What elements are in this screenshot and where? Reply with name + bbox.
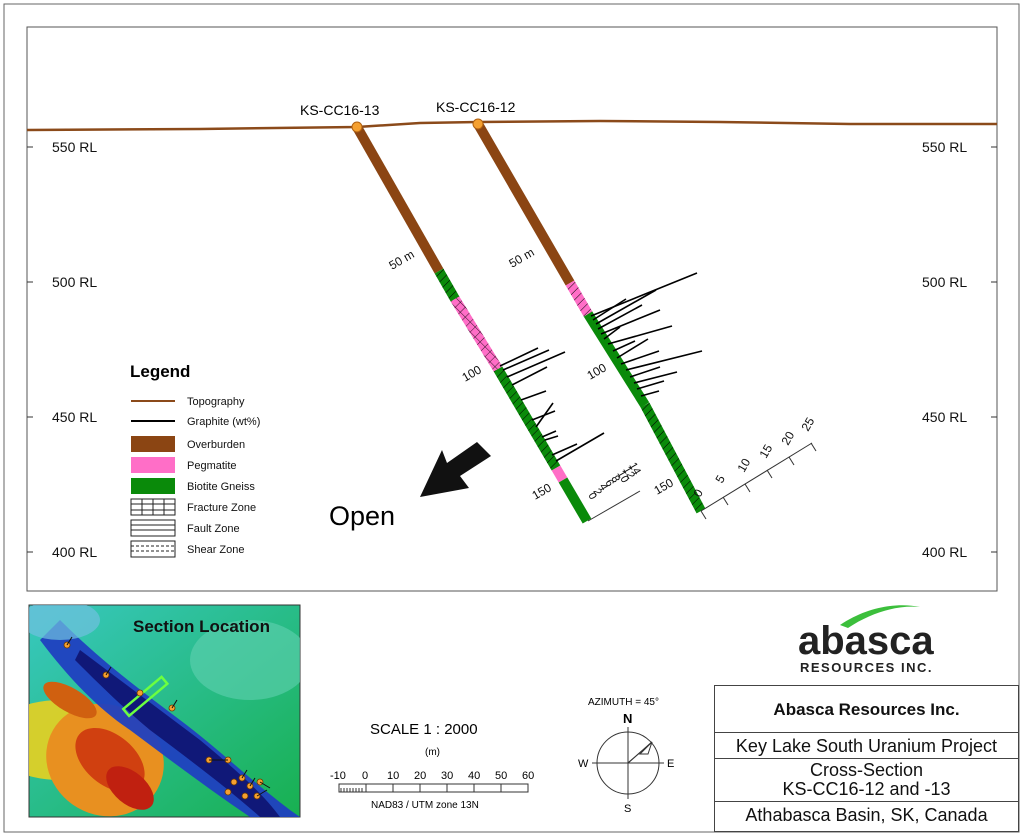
- compass-azimuth: AZIMUTH = 45°: [588, 697, 659, 708]
- rl-label-right-400: 400 RL: [922, 544, 967, 560]
- legend-item-biotite-gneiss: Biotite Gneiss: [187, 481, 255, 493]
- scale-tick-label: 30: [441, 770, 453, 782]
- scale-tick-label: 10: [387, 770, 399, 782]
- scale-tick-label: 40: [468, 770, 480, 782]
- location-map: Section Location: [28, 604, 301, 818]
- hole-label-ks-cc16-13: KS-CC16-13: [300, 102, 380, 118]
- legend-item-topography: Topography: [187, 396, 245, 408]
- logo-sub: RESOURCES INC.: [800, 660, 933, 675]
- open-label: Open: [329, 501, 395, 531]
- scale-title: SCALE 1 : 2000: [370, 721, 478, 738]
- rl-label-left-550: 550 RL: [52, 139, 97, 155]
- compass-w: W: [578, 758, 589, 770]
- rl-label-left-400: 400 RL: [52, 544, 97, 560]
- scale-tick-label: 60: [522, 770, 534, 782]
- company-logo: abasca RESOURCES INC.: [798, 605, 934, 675]
- rl-label-left-450: 450 RL: [52, 409, 97, 425]
- rl-label-right-500: 500 RL: [922, 274, 967, 290]
- rl-label-left-500: 500 RL: [52, 274, 97, 290]
- scale-unit: (m): [425, 747, 440, 758]
- title-project: Key Lake South Uranium Project: [715, 732, 1018, 758]
- hole-label-ks-cc16-12: KS-CC16-12: [436, 99, 516, 115]
- legend-item-graphite: Graphite (wt%): [187, 416, 260, 428]
- scale-tick-label: 50: [495, 770, 507, 782]
- compass: AZIMUTH = 45° N S E W: [578, 697, 674, 815]
- compass-n: N: [623, 711, 632, 726]
- title-company: Abasca Resources Inc.: [773, 700, 960, 719]
- rl-label-right-450: 450 RL: [922, 409, 967, 425]
- rl-label-right-550: 550 RL: [922, 139, 967, 155]
- scale-tick-label: -10: [330, 770, 346, 782]
- legend-item-shear-zone: Shear Zone: [187, 544, 244, 556]
- compass-e: E: [667, 758, 674, 770]
- title-section: Cross-Section KS-CC16-12 and -13: [715, 758, 1018, 801]
- title-location: Athabasca Basin, SK, Canada: [715, 801, 1018, 831]
- legend-item-overburden: Overburden: [187, 439, 245, 451]
- scale-projection: NAD83 / UTM zone 13N: [371, 800, 479, 811]
- scale-tick-label: 20: [414, 770, 426, 782]
- legend-item-pegmatite: Pegmatite: [187, 460, 237, 472]
- legend-item-fault-zone: Fault Zone: [187, 523, 240, 535]
- location-map-title: Section Location: [133, 617, 270, 636]
- title-block: Abasca Resources Inc. Key Lake South Ura…: [714, 685, 1019, 832]
- legend-item-fracture-zone: Fracture Zone: [187, 502, 256, 514]
- title-section-line1: Cross-Section: [809, 760, 924, 780]
- legend-title: Legend: [130, 362, 190, 381]
- title-section-line2: KS-CC16-12 and -13: [782, 778, 951, 799]
- logo-name: abasca: [798, 619, 934, 663]
- scale-tick-label: 0: [362, 770, 368, 782]
- scale-bar: SCALE 1 : 2000 (m) -10 0 10 20 30 40 50 …: [330, 721, 534, 811]
- compass-s: S: [624, 803, 631, 815]
